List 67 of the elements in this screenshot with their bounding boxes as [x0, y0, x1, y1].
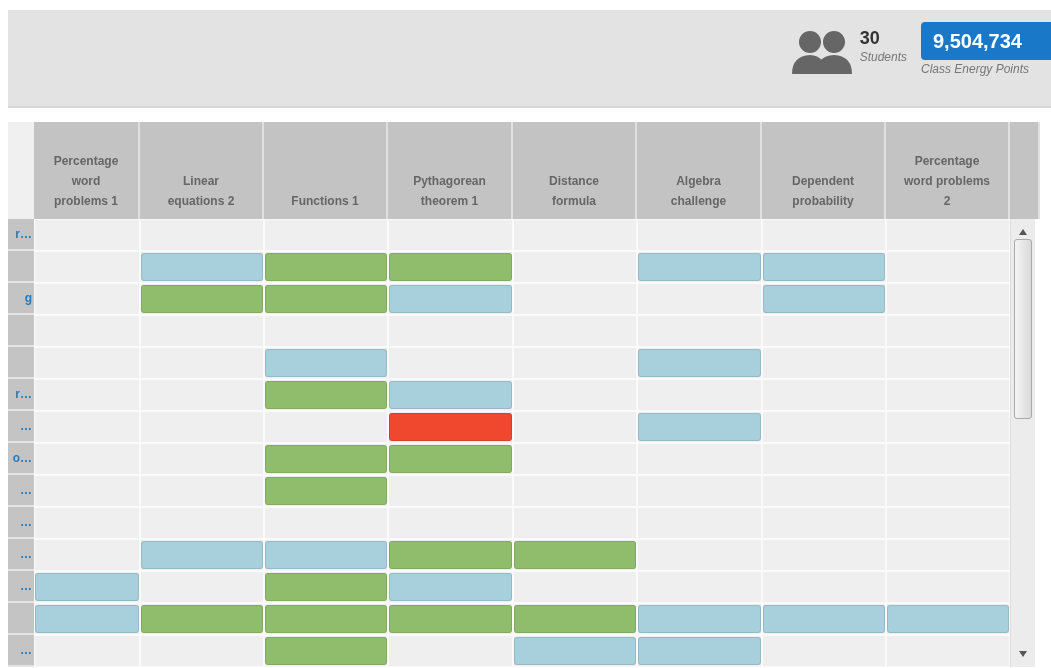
- skill-progress-bar[interactable]: [389, 605, 512, 633]
- skill-progress-bar[interactable]: [265, 573, 387, 601]
- skill-progress-bar[interactable]: [514, 605, 636, 633]
- skill-progress-bar[interactable]: [141, 541, 263, 569]
- students-label: Students: [859, 49, 907, 66]
- scroll-up-icon[interactable]: [1019, 229, 1027, 235]
- skill-progress-bar[interactable]: [514, 637, 636, 665]
- students-count: 30: [859, 28, 881, 48]
- student-name[interactable]: …: [8, 507, 34, 539]
- student-name[interactable]: …: [8, 475, 34, 507]
- row-header[interactable]: [8, 315, 34, 347]
- column-header[interactable]: Algebra challenge: [637, 122, 762, 219]
- column-header[interactable]: [1010, 122, 1040, 219]
- skill-progress-bar[interactable]: [265, 541, 387, 569]
- skill-progress-bar[interactable]: [763, 605, 885, 633]
- skill-progress-bar[interactable]: [638, 637, 761, 665]
- skill-progress-bar[interactable]: [265, 637, 387, 665]
- column-header[interactable]: Functions 1: [264, 122, 388, 219]
- skill-progress-bar[interactable]: [265, 445, 387, 473]
- skill-progress-bar[interactable]: [638, 253, 761, 281]
- column-header[interactable]: Percentage word problems 2: [886, 122, 1010, 219]
- column-header[interactable]: Distance formula: [513, 122, 637, 219]
- skill-progress-bar[interactable]: [141, 253, 263, 281]
- skill-progress-bar[interactable]: [638, 413, 761, 441]
- skill-progress-bar[interactable]: [35, 573, 139, 601]
- skill-progress-bar[interactable]: [389, 253, 512, 281]
- skill-progress-bar[interactable]: [389, 445, 512, 473]
- row-header[interactable]: [8, 603, 34, 635]
- student-name[interactable]: o…: [8, 443, 34, 475]
- scrollbar[interactable]: [1010, 219, 1035, 667]
- skill-progress-bar[interactable]: [35, 605, 139, 633]
- row-header[interactable]: [8, 347, 34, 379]
- skill-progress-bar[interactable]: [389, 573, 512, 601]
- skill-progress-bar[interactable]: [514, 541, 636, 569]
- row-header[interactable]: [8, 251, 34, 283]
- student-name[interactable]: r…: [8, 379, 34, 411]
- student-name[interactable]: …: [8, 635, 34, 667]
- scroll-down-icon[interactable]: [1019, 651, 1027, 657]
- skill-progress-bar[interactable]: [265, 349, 387, 377]
- energy-points-button[interactable]: 9,504,734: [921, 22, 1051, 60]
- student-name[interactable]: …: [8, 539, 34, 571]
- skill-progress-bar[interactable]: [265, 381, 387, 409]
- skill-progress-bar[interactable]: [763, 285, 885, 313]
- skill-progress-bar[interactable]: [389, 381, 512, 409]
- skill-progress-bar[interactable]: [389, 413, 512, 441]
- skill-progress-bar[interactable]: [389, 285, 512, 313]
- student-name[interactable]: …: [8, 571, 34, 603]
- skill-progress-bar[interactable]: [887, 605, 1009, 633]
- student-name[interactable]: r…: [8, 219, 34, 251]
- skill-progress-bar[interactable]: [265, 605, 387, 633]
- column-header[interactable]: Pythagorean theorem 1: [388, 122, 513, 219]
- energy-points-label: Class Energy Points: [921, 61, 1030, 78]
- column-header[interactable]: Dependent probability: [762, 122, 886, 219]
- skill-progress-bar[interactable]: [638, 349, 761, 377]
- student-name[interactable]: g: [8, 283, 34, 315]
- skill-progress-bar[interactable]: [389, 541, 512, 569]
- skill-progress-bar[interactable]: [265, 285, 387, 313]
- skill-progress-bar[interactable]: [763, 253, 885, 281]
- skill-progress-bar[interactable]: [265, 477, 387, 505]
- column-header[interactable]: Percentage word problems 1: [34, 122, 140, 219]
- skill-progress-bar[interactable]: [141, 285, 263, 313]
- column-header[interactable]: Linear equations 2: [140, 122, 264, 219]
- student-name[interactable]: …: [8, 411, 34, 443]
- skill-progress-bar[interactable]: [265, 253, 387, 281]
- skill-progress-bar[interactable]: [638, 605, 761, 633]
- skill-progress-bar[interactable]: [141, 605, 263, 633]
- scrollbar-thumb[interactable]: [1014, 239, 1032, 419]
